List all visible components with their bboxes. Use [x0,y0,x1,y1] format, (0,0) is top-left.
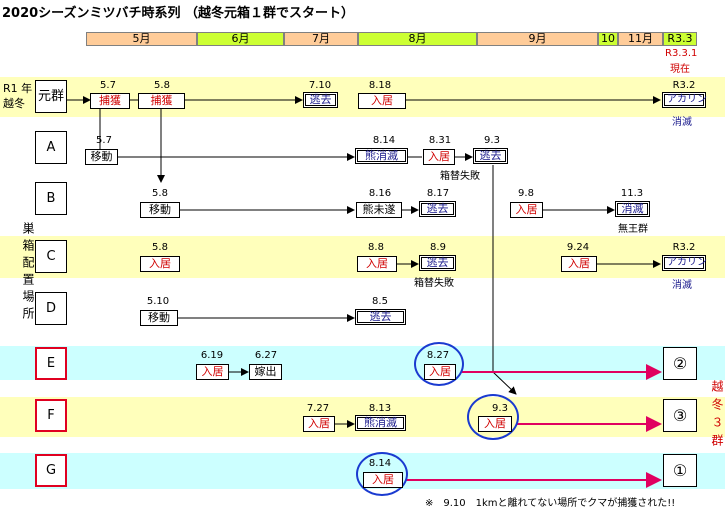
genpai-date-5: R3.2 [672,80,696,91]
e-event-move-in-1: 入居 [196,364,229,380]
a-date-2: 8.14 [372,135,396,146]
a-note-box-change-failed: 箱替失敗 [440,171,480,182]
right-vertical-label-text: 越冬３群 [710,380,724,452]
a-date-3: 8.31 [428,135,452,146]
b-date-4: 9.8 [518,188,534,199]
e-date-2: 6.27 [254,350,278,361]
a-date-1: 5.7 [96,135,112,146]
f-date-3: 9.3 [492,403,508,414]
b-date-3: 8.17 [426,188,450,199]
b-date-1: 5.8 [152,188,168,199]
b-event-vanished: 消滅 [615,201,650,217]
b-event-abscond: 逃去 [419,201,456,217]
e-date-3: 8.27 [426,350,450,361]
f-event-move-in-1: 入居 [303,416,335,432]
f-end-colony-3: ③ [663,399,697,432]
a-event-bear-destroyed: 熊消滅 [355,148,408,164]
b-event-move: 移動 [140,202,180,218]
right-vertical-label: 越冬３群 [707,380,724,458]
c-note-vanished: 消滅 [672,280,692,291]
a-event-move: 移動 [85,149,118,165]
c-date-3: 8.9 [430,242,446,253]
c-event-move-in-3: 入居 [561,256,597,272]
genpai-date-1: 5.7 [100,80,116,91]
c-event-move-in-1: 入居 [140,256,180,272]
genpai-date-4: 8.18 [368,80,392,91]
c-event-acarine: アカリン [662,255,707,271]
c-date-2: 8.8 [368,242,384,253]
b-date-2: 8.16 [368,188,392,199]
a-event-abscond: 逃去 [473,148,508,164]
e-event-swarm-out: 嫁出 [249,364,282,380]
c-event-move-in-2: 入居 [357,256,397,272]
g-event-move-in: 入居 [363,472,403,488]
b-date-5: 11.3 [620,188,644,199]
d-date-1: 5.10 [146,296,170,307]
d-date-2: 8.5 [372,296,388,307]
e-end-colony-2: ② [663,347,697,380]
e-event-move-in-2: 入居 [424,364,456,380]
b-event-move-in: 入居 [510,202,543,218]
a-event-move-in: 入居 [423,149,455,165]
genpai-event-acarine: アカリン [662,92,707,108]
genpai-note-vanished: 消滅 [672,117,692,128]
footnote: ※ 9.10 1kmと離れてない場所でクマが捕獲された!! [425,498,676,509]
f-date-1: 7.27 [306,403,330,414]
c-note-box-change-failed: 箱替失敗 [414,278,454,289]
genpai-event-capture-2: 捕獲 [138,93,185,109]
d-event-move: 移動 [140,310,178,326]
genpai-event-abscond: 逃去 [303,92,338,108]
c-event-abscond: 逃去 [419,255,456,271]
g-end-colony-1: ① [663,454,697,487]
b-note-queenless: 無王群 [618,224,648,235]
f-event-move-in-2: 入居 [478,416,512,432]
f-date-2: 8.13 [368,403,392,414]
c-date-1: 5.8 [152,242,168,253]
c-date-4: 9.24 [566,242,590,253]
g-date-1: 8.14 [368,458,392,469]
genpai-date-3: 7.10 [308,80,332,91]
b-event-bear-attempt: 熊未遂 [356,202,402,218]
genpai-event-capture-1: 捕獲 [90,93,130,109]
d-event-abscond: 逃去 [355,309,406,325]
a-date-4: 9.3 [484,135,500,146]
genpai-date-2: 5.8 [154,80,170,91]
genpai-event-move-in: 入居 [358,93,406,109]
f-event-bear-destroyed: 熊消滅 [355,415,406,431]
e-date-1: 6.19 [200,350,224,361]
c-date-5: R3.2 [672,242,696,253]
